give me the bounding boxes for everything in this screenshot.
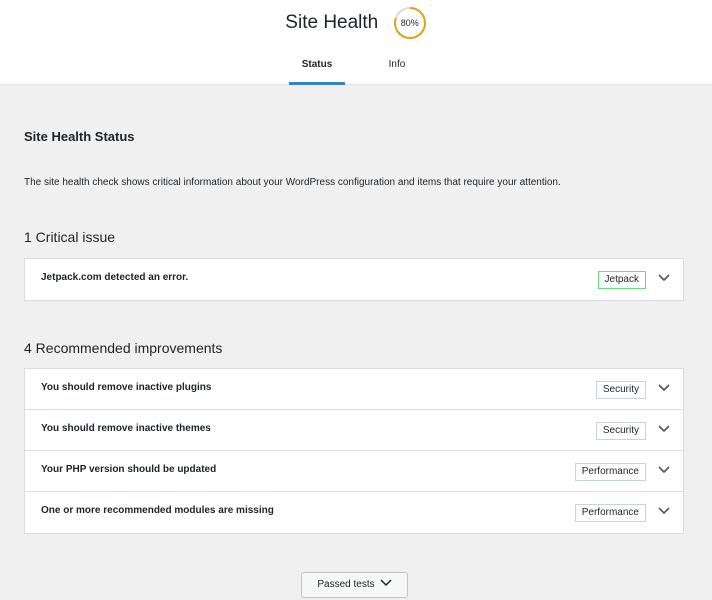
site-health-header: Site Health 80% Status Info (0, 0, 712, 85)
chevron-down-icon (380, 579, 392, 587)
chevron-down-icon[interactable] (658, 466, 670, 474)
chevron-down-icon[interactable] (658, 425, 670, 433)
issue-label: You should remove inactive plugins (41, 382, 212, 393)
page-title: Site Health (285, 12, 379, 33)
health-score-indicator: 80% (393, 6, 427, 40)
chevron-down-icon[interactable] (658, 274, 670, 282)
section-title: Site Health Status (24, 129, 135, 144)
issue-label: Jetpack.com detected an error. (41, 272, 189, 283)
tab-info[interactable]: Info (372, 52, 422, 85)
issue-row-jetpack[interactable]: Jetpack.com detected an error. Jetpack (25, 259, 683, 300)
critical-issues-heading: 1 Critical issue (24, 229, 116, 245)
issue-badge: Jetpack (597, 271, 646, 289)
recommended-list: You should remove inactive plugins Secur… (24, 368, 684, 534)
issue-row-php-version[interactable]: Your PHP version should be updated Perfo… (25, 451, 683, 492)
section-description: The site health check shows critical inf… (24, 177, 561, 188)
issue-label: You should remove inactive themes (41, 423, 211, 434)
critical-issues-list: Jetpack.com detected an error. Jetpack (24, 258, 684, 301)
issue-row-inactive-plugins[interactable]: You should remove inactive plugins Secur… (25, 369, 683, 410)
issue-badge: Performance (574, 504, 646, 522)
health-score-value: 80% (400, 18, 419, 28)
issue-row-inactive-themes[interactable]: You should remove inactive themes Securi… (25, 410, 683, 451)
passed-tests-label: Passed tests (317, 579, 375, 590)
recommended-heading: 4 Recommended improvements (24, 340, 223, 356)
issue-badge: Security (595, 422, 646, 440)
tab-status[interactable]: Status (289, 52, 345, 85)
issue-label: Your PHP version should be updated (41, 464, 217, 475)
chevron-down-icon[interactable] (658, 384, 670, 392)
issue-badge: Security (595, 381, 646, 399)
chevron-down-icon[interactable] (658, 507, 670, 515)
issue-badge: Performance (574, 463, 646, 481)
issue-row-missing-modules[interactable]: One or more recommended modules are miss… (25, 492, 683, 533)
passed-tests-button[interactable]: Passed tests (301, 572, 408, 598)
title-wrap: Site Health 80% (0, 6, 712, 40)
issue-label: One or more recommended modules are miss… (41, 505, 274, 516)
